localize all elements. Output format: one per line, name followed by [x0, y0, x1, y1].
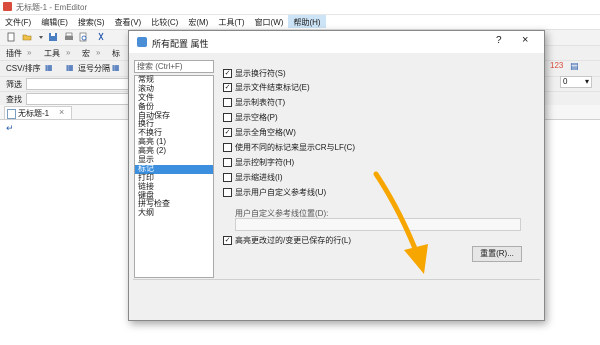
dialog-title-bar: 所有配置 属性 ? ×	[129, 31, 544, 53]
count-combo-value: 0	[563, 77, 568, 86]
open-folder-icon[interactable]	[22, 32, 32, 42]
menu-tools[interactable]: 工具(T)	[213, 15, 249, 28]
markers-toolbar-label[interactable]: 标	[112, 48, 120, 59]
reset-button[interactable]: 重置(R)...	[472, 246, 522, 262]
macros-toolbar-label[interactable]: 宏	[82, 48, 90, 59]
checkbox[interactable]	[223, 113, 232, 123]
checkbox[interactable]	[223, 173, 232, 183]
menu-file[interactable]: 文件(F)	[0, 15, 36, 28]
toolbar-chevron-icon[interactable]: »	[66, 48, 70, 57]
properties-dialog: 所有配置 属性 ? × 搜索 (Ctrl+F) 常规 滚动 文件 备份 自动保存…	[128, 30, 545, 321]
checkbox[interactable]	[223, 188, 232, 198]
app-title-bar: 无标题-1 - EmEditor	[0, 0, 600, 15]
csv-sort-label[interactable]: CSV/排序	[6, 63, 41, 74]
option-show-tabs[interactable]: 显示制表符(T)	[223, 97, 285, 108]
dialog-divider	[133, 279, 540, 280]
menu-help[interactable]: 帮助(H)	[288, 15, 326, 28]
option-different-cr-lf[interactable]: 使用不同的标记来显示CR与LF(C)	[223, 142, 355, 153]
toolbar-chevron-icon[interactable]: »	[96, 48, 100, 57]
print-preview-icon[interactable]	[78, 32, 88, 42]
option-show-fullwidth-spaces[interactable]: ✓ 显示全角空格(W)	[223, 127, 296, 138]
print-icon[interactable]	[64, 32, 74, 42]
dialog-title: 所有配置 属性	[152, 39, 209, 49]
menu-window[interactable]: 窗口(W)	[250, 15, 289, 28]
filter-label: 筛选	[6, 80, 22, 89]
csv-grid-icon[interactable]: ▦	[45, 63, 53, 72]
app-title: 无标题-1 - EmEditor	[16, 3, 88, 12]
close-dialog-button[interactable]: ×	[522, 34, 528, 46]
category-search-input[interactable]: 搜索 (Ctrl+F)	[134, 60, 214, 73]
plugins-toolbar-label[interactable]: 插件	[6, 48, 22, 59]
emeditor-app-icon	[3, 2, 12, 11]
checkbox[interactable]: ✓	[223, 83, 232, 93]
menu-view[interactable]: 查看(V)	[110, 15, 147, 28]
menu-macros[interactable]: 宏(M)	[183, 15, 213, 28]
tsv-grid-icon[interactable]: ▦	[112, 63, 120, 72]
document-tab-label: 无标题-1	[18, 109, 50, 118]
checkbox[interactable]	[223, 143, 232, 153]
new-file-icon[interactable]	[6, 32, 16, 42]
toolbar-chevron-icon[interactable]: »	[27, 48, 31, 57]
help-button[interactable]: ?	[496, 35, 502, 46]
option-show-custom-guides[interactable]: 显示用户自定义参考线(U)	[223, 187, 326, 198]
tools-toolbar-label[interactable]: 工具	[44, 48, 60, 59]
checkbox[interactable]: ✓	[223, 236, 232, 246]
grid-view-icon[interactable]: ▤	[570, 61, 579, 72]
menu-edit[interactable]: 编辑(E)	[36, 15, 73, 28]
option-show-newline[interactable]: ✓ 显示换行符(S)	[223, 68, 286, 79]
checkbox[interactable]: ✓	[223, 128, 232, 138]
category-outline[interactable]: 大纲	[135, 208, 213, 218]
count-combo[interactable]: 0 ▾	[560, 76, 592, 88]
checkbox[interactable]	[223, 158, 232, 168]
menu-bar: 文件(F) 编辑(E) 搜索(S) 查看(V) 比较(C) 宏(M) 工具(T)…	[0, 15, 600, 28]
cut-icon[interactable]	[96, 32, 106, 42]
number-format-icon[interactable]: 123	[550, 61, 563, 70]
close-tab-icon[interactable]: ×	[59, 107, 64, 117]
newline-marker: ↵	[6, 123, 14, 133]
comma-grid-icon: ▦	[66, 63, 74, 72]
option-show-control-chars[interactable]: 显示控制字符(H)	[223, 157, 294, 168]
document-tab[interactable]: 无标题-1 ×	[4, 106, 72, 119]
pointer-arrow-icon	[373, 171, 428, 274]
option-highlight-changed-lines[interactable]: ✓ 高亮更改过的/变更已保存的行(L)	[223, 235, 351, 246]
option-show-indent-guides[interactable]: 显示缩进线(I)	[223, 172, 283, 183]
checkbox[interactable]	[223, 98, 232, 108]
dropdown-arrow-icon[interactable]	[36, 32, 46, 42]
checkbox[interactable]: ✓	[223, 69, 232, 79]
properties-icon	[137, 37, 147, 47]
comma-separated-button[interactable]: 逗号分隔	[78, 63, 110, 74]
menu-search[interactable]: 搜索(S)	[73, 15, 110, 28]
category-list: 常规 滚动 文件 备份 自动保存 换行 不换行 高亮 (1) 高亮 (2) 显示…	[134, 75, 214, 278]
chevron-down-icon: ▾	[584, 77, 589, 86]
option-show-spaces[interactable]: 显示空格(P)	[223, 112, 278, 123]
save-icon[interactable]	[48, 32, 58, 42]
option-show-eof[interactable]: ✓ 显示文件结束标记(E)	[223, 82, 310, 93]
menu-compare[interactable]: 比较(C)	[146, 15, 183, 28]
document-icon	[7, 109, 16, 119]
search-label: 查找	[6, 95, 22, 104]
